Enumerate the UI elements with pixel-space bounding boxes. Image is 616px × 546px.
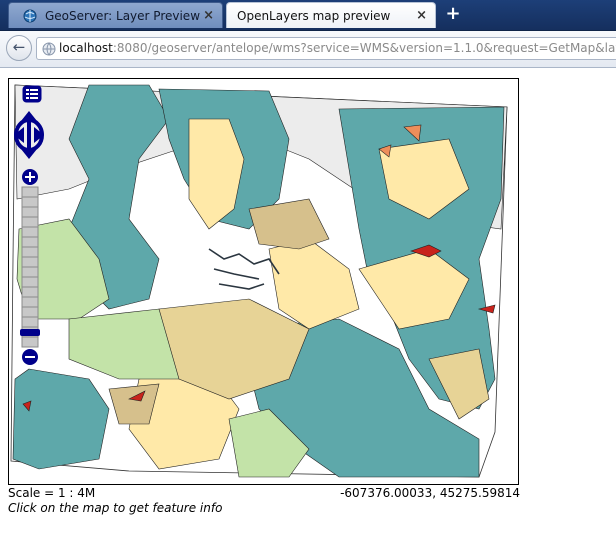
address-path: :8080/geoserver/antelope/wms?service=WMS… — [112, 41, 616, 55]
tab-layer-preview[interactable]: GeoServer: Layer Preview × — [8, 2, 223, 28]
feature-info-hint: Click on the map to get feature info — [8, 501, 223, 515]
address-text: localhost:8080/geoserver/antelope/wms?se… — [59, 41, 616, 55]
tab-title: GeoServer: Layer Preview — [45, 9, 201, 23]
map-viewport[interactable] — [8, 78, 519, 485]
address-host: localhost — [59, 41, 113, 55]
zoom-bar[interactable] — [19, 169, 41, 379]
zoom-slider — [20, 186, 40, 348]
back-button[interactable]: ← — [6, 35, 32, 61]
layer-switcher-icon[interactable] — [22, 85, 42, 103]
zoom-slider-handle — [20, 329, 40, 336]
mouse-position-text: -607376.00033, 45275.59814 — [340, 486, 520, 500]
scale-text: Scale = 1 : 4M — [8, 486, 96, 500]
new-tab-button[interactable]: + — [444, 4, 462, 24]
zoom-out-icon — [22, 349, 38, 365]
back-arrow-icon: ← — [12, 38, 26, 56]
geoserver-globe-icon — [23, 9, 37, 23]
tab-close-icon[interactable]: × — [416, 3, 427, 29]
navigation-bar: ← localhost:8080/geoserver/antelope/wms?… — [0, 31, 616, 68]
address-bar[interactable]: localhost:8080/geoserver/antelope/wms?se… — [36, 37, 616, 60]
tab-title: OpenLayers map preview — [237, 9, 391, 23]
tab-close-icon[interactable]: × — [203, 3, 214, 29]
tab-openlayers-preview[interactable]: OpenLayers map preview × — [226, 2, 436, 28]
browser-tab-strip: GeoServer: Layer Preview × OpenLayers ma… — [0, 0, 616, 31]
page-globe-icon — [42, 42, 56, 56]
pan-control[interactable] — [12, 109, 46, 161]
wms-map-image[interactable] — [9, 79, 519, 485]
zoom-in-icon — [22, 169, 38, 185]
